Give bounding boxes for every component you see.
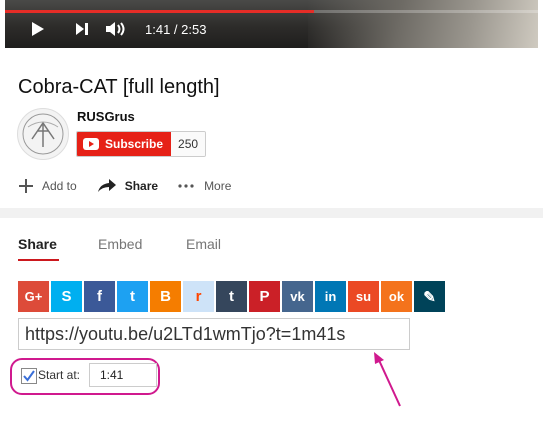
tab-share[interactable]: Share xyxy=(18,236,57,252)
vk-icon[interactable]: vk xyxy=(282,281,313,312)
action-bar: Add to Share More xyxy=(18,178,251,194)
share-label: Share xyxy=(124,179,159,193)
more-button[interactable]: More xyxy=(178,179,231,193)
add-to-label: Add to xyxy=(42,179,77,193)
active-tab-indicator xyxy=(18,259,59,261)
more-label: More xyxy=(204,179,232,193)
section-divider xyxy=(0,208,543,218)
avatar[interactable] xyxy=(17,108,69,160)
reddit-icon[interactable]: r xyxy=(183,281,214,312)
video-title: Cobra-CAT [full length] xyxy=(18,76,220,98)
tab-email[interactable]: Email xyxy=(186,236,221,252)
social-share-row: G+ Sf t Br t Pvk in su ok ✎ xyxy=(18,281,447,312)
annotation-arrow-icon xyxy=(374,352,401,407)
facebook-icon[interactable]: f xyxy=(84,281,115,312)
video-frame xyxy=(308,0,538,48)
plus-icon xyxy=(18,178,34,194)
subscribe-label: Subscribe xyxy=(105,137,164,151)
start-at-label: Start at: xyxy=(38,368,81,382)
progress-bar[interactable] xyxy=(5,10,538,13)
odnoklassniki-icon[interactable]: ok xyxy=(381,281,412,312)
start-time-input[interactable]: 1:41 xyxy=(89,363,157,387)
pinterest-icon[interactable]: P xyxy=(249,281,280,312)
twitter-icon[interactable]: t xyxy=(117,281,148,312)
blogger-icon[interactable]: B xyxy=(150,281,181,312)
volume-icon[interactable] xyxy=(105,19,127,39)
share-arrow-icon xyxy=(97,178,117,194)
skype-icon[interactable]: S xyxy=(51,281,82,312)
play-icon[interactable] xyxy=(31,19,47,39)
share-button[interactable]: Share xyxy=(97,178,158,194)
livejournal-icon[interactable]: ✎ xyxy=(414,281,445,312)
checkmark-icon xyxy=(23,370,35,382)
tab-embed[interactable]: Embed xyxy=(98,236,142,252)
more-dots-icon xyxy=(178,183,196,189)
add-to-button[interactable]: Add to xyxy=(18,178,77,194)
progress-fill xyxy=(5,10,315,13)
stumbleupon-icon[interactable]: su xyxy=(348,281,379,312)
video-player[interactable]: 1:41 / 2:53 xyxy=(5,0,538,48)
subscriber-count: 250 xyxy=(171,132,206,156)
next-icon[interactable] xyxy=(75,19,91,39)
channel-name[interactable]: RUSGrus xyxy=(77,109,135,124)
linkedin-icon[interactable]: in xyxy=(315,281,346,312)
start-at-checkbox[interactable] xyxy=(21,368,37,384)
subscribe-widget[interactable]: Subscribe 250 xyxy=(76,131,207,157)
tumblr-icon[interactable]: t xyxy=(216,281,247,312)
google-plus-icon[interactable]: G+ xyxy=(18,281,49,312)
share-url-input[interactable] xyxy=(18,318,410,350)
time-display: 1:41 / 2:53 xyxy=(145,21,207,37)
subscribe-button[interactable]: Subscribe xyxy=(77,132,172,156)
youtube-icon xyxy=(83,138,99,150)
